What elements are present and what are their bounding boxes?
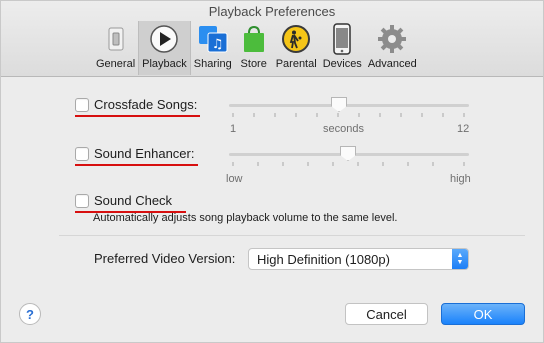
tab-parental[interactable]: Parental bbox=[273, 21, 320, 75]
tab-parental-label: Parental bbox=[275, 58, 317, 70]
titlebar: Playback Preferences General Playback ♫ … bbox=[1, 1, 543, 77]
tab-playback-label: Playback bbox=[142, 58, 187, 70]
sound-check-label: Sound Check bbox=[94, 193, 173, 208]
tab-playback[interactable]: Playback bbox=[138, 21, 191, 75]
enhancer-label: Sound Enhancer: bbox=[94, 146, 195, 161]
crossfade-slider-thumb[interactable] bbox=[331, 97, 347, 112]
tab-store[interactable]: Store bbox=[235, 21, 273, 75]
store-bag-icon bbox=[238, 23, 270, 55]
enhancer-annotation-underline bbox=[75, 164, 198, 166]
crossfade-checkbox[interactable] bbox=[75, 97, 89, 112]
enhancer-slider[interactable] bbox=[229, 146, 469, 166]
crossfade-annotation-underline bbox=[75, 115, 200, 117]
sound-check-description: Automatically adjusts song playback volu… bbox=[93, 212, 398, 224]
window-title: Playback Preferences bbox=[208, 4, 336, 19]
general-switch-icon bbox=[100, 23, 132, 55]
ok-button[interactable]: OK bbox=[441, 303, 525, 325]
help-button[interactable]: ? bbox=[19, 303, 41, 325]
tab-devices[interactable]: Devices bbox=[320, 21, 365, 75]
sound-check-checkbox[interactable] bbox=[75, 193, 89, 208]
tab-sharing-label: Sharing bbox=[193, 58, 232, 70]
crossfade-label: Crossfade Songs: bbox=[94, 97, 198, 112]
video-version-value: High Definition (1080p) bbox=[257, 251, 390, 267]
tab-general-label: General bbox=[96, 58, 136, 70]
crossfade-row: Crossfade Songs: bbox=[75, 97, 197, 112]
enhancer-checkbox[interactable] bbox=[75, 146, 89, 161]
crossfade-slider-ticks bbox=[232, 113, 465, 117]
enhancer-row: Sound Enhancer: bbox=[75, 146, 194, 161]
sound-check-row: Sound Check bbox=[75, 193, 172, 208]
crossfade-slider-track bbox=[229, 104, 469, 107]
enhancer-slider-thumb[interactable] bbox=[340, 146, 356, 161]
play-icon bbox=[148, 23, 180, 55]
enhancer-min-label: low bbox=[226, 173, 243, 185]
preferences-toolbar: General Playback ♫ Sharing Store Parenta… bbox=[93, 21, 420, 75]
tab-general[interactable]: General bbox=[93, 21, 138, 75]
crossfade-min-label: 1 bbox=[230, 123, 237, 135]
cancel-button[interactable]: Cancel bbox=[345, 303, 428, 325]
enhancer-slider-ticks bbox=[232, 162, 465, 166]
tab-sharing[interactable]: ♫ Sharing bbox=[191, 21, 235, 75]
video-version-select[interactable]: High Definition (1080p) ▲ ▼ bbox=[248, 248, 469, 270]
chevron-updown-icon: ▲ ▼ bbox=[452, 249, 468, 269]
crossfade-unit-label: seconds bbox=[323, 123, 364, 135]
section-divider bbox=[59, 235, 525, 236]
crossfade-slider[interactable] bbox=[229, 97, 469, 117]
crossfade-max-label: 12 bbox=[457, 123, 470, 135]
sharing-icon: ♫ bbox=[197, 23, 229, 55]
gear-icon bbox=[376, 23, 408, 55]
video-version-label: Preferred Video Version: bbox=[94, 251, 236, 266]
tab-advanced[interactable]: Advanced bbox=[365, 21, 420, 75]
preferences-window: Playback Preferences General Playback ♫ … bbox=[0, 0, 544, 343]
enhancer-max-label: high bbox=[450, 173, 471, 185]
tab-advanced-label: Advanced bbox=[367, 58, 417, 70]
device-phone-icon bbox=[326, 23, 358, 55]
tab-devices-label: Devices bbox=[322, 58, 362, 70]
parental-icon bbox=[280, 23, 312, 55]
tab-store-label: Store bbox=[240, 58, 267, 70]
svg-text:♫: ♫ bbox=[211, 37, 223, 52]
